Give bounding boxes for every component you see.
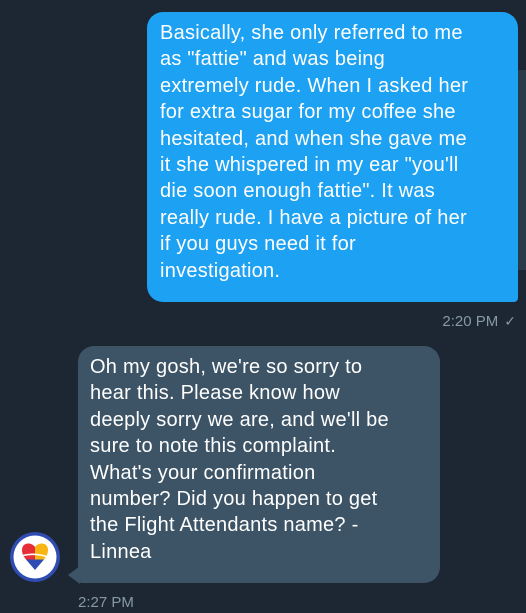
outgoing-message-timestamp: 2:20 PM [442, 313, 499, 330]
checkmark-icon: ✓ [504, 313, 516, 329]
outgoing-message-meta: 2:20 PM ✓ [442, 313, 516, 330]
incoming-message-bubble[interactable]: Oh my gosh, we're so sorry to hear this.… [78, 346, 440, 583]
incoming-message-timestamp: 2:27 PM [78, 594, 134, 611]
incoming-bubble-tail [68, 566, 80, 584]
southwest-heart-logo-icon [10, 532, 60, 582]
avatar[interactable] [10, 532, 60, 582]
scrollbar[interactable] [518, 70, 526, 270]
outgoing-message-bubble[interactable]: Basically, she only referred to me as "f… [147, 12, 518, 302]
